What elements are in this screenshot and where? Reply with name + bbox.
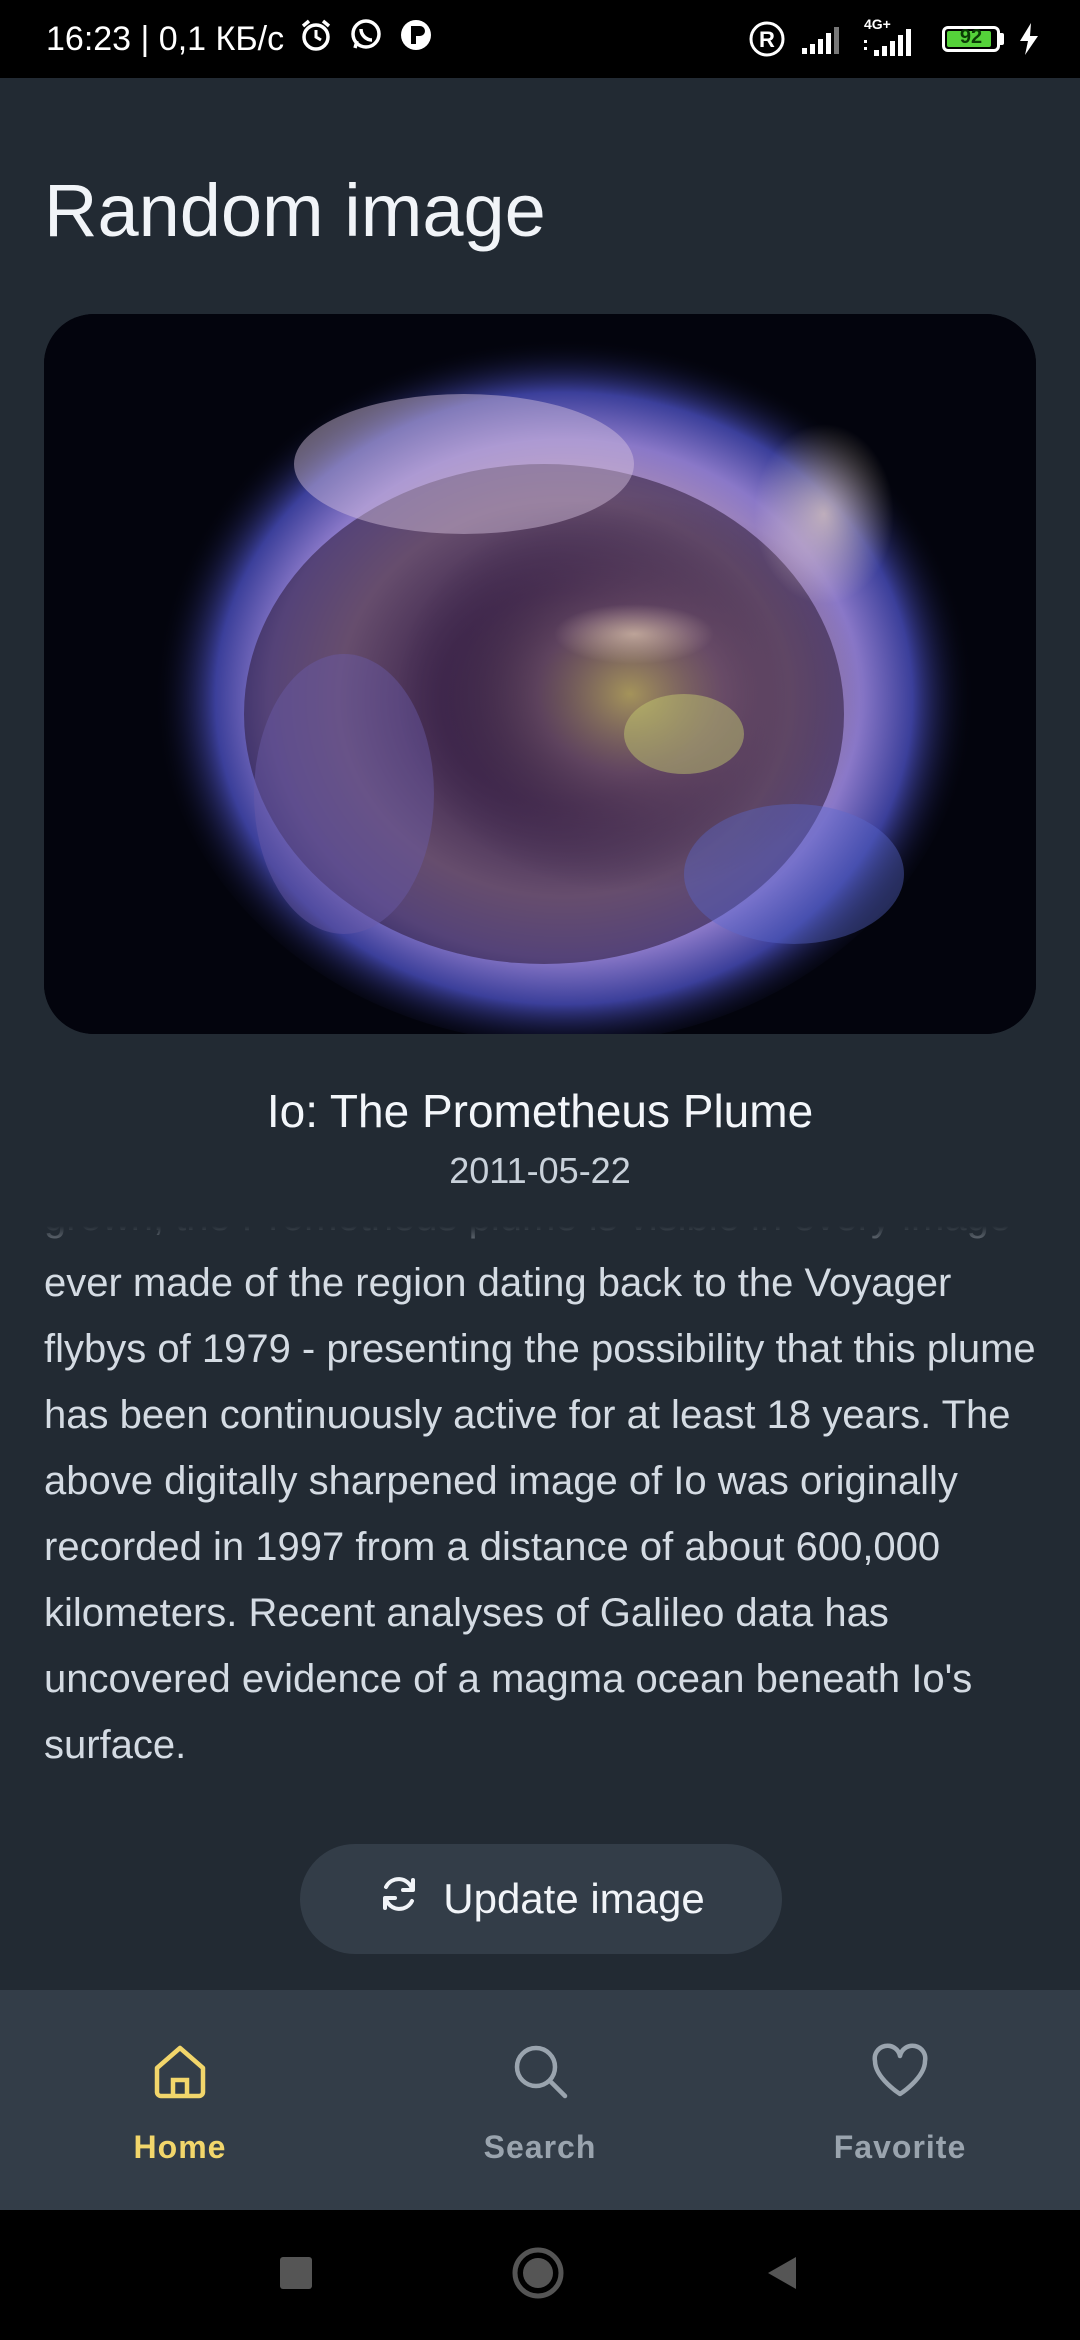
home-icon [149, 2040, 211, 2107]
nav-search-label: Search [483, 2129, 597, 2165]
status-bar: 16:23 | 0,1 КБ/с R 4G+ 92 [0, 0, 1080, 78]
battery-icon: 92 [942, 26, 1004, 52]
image-title: Io: The Prometheus Plume [266, 1085, 814, 1137]
refresh-icon [377, 1872, 421, 1926]
back-button[interactable] [762, 2253, 802, 2298]
update-image-label: Update image [443, 1875, 705, 1922]
system-navigation-bar [0, 2210, 1080, 2340]
heart-icon [869, 2040, 931, 2107]
charging-icon [1018, 22, 1040, 56]
nebula-image [44, 314, 1036, 1034]
page-title: Random image [44, 169, 546, 252]
nav-search[interactable]: Search [360, 1990, 720, 2210]
roaming-icon: R [748, 20, 786, 58]
description-scroll[interactable]: grown, the Prometheus plume is visible i… [44, 1226, 1044, 1786]
bottom-navigation: Home Search Favorite [0, 1990, 1080, 2210]
status-left: 16:23 | 0,1 КБ/с [46, 17, 434, 62]
app-notification-icon [398, 17, 434, 62]
update-image-button[interactable]: Update image [300, 1844, 782, 1954]
search-icon [509, 2040, 571, 2107]
alarm-icon [298, 17, 334, 62]
nav-home[interactable]: Home [0, 1990, 360, 2210]
nav-favorite[interactable]: Favorite [720, 1990, 1080, 2210]
nav-favorite-label: Favorite [833, 2129, 967, 2165]
status-time: 16:23 | 0,1 КБ/с [46, 19, 285, 58]
svg-text:R: R [759, 27, 775, 52]
nav-home-label: Home [133, 2129, 227, 2165]
apod-image[interactable] [44, 314, 1036, 1034]
home-system-button[interactable] [510, 2245, 566, 2306]
status-right: R 4G+ 92 [748, 16, 1040, 58]
image-description: grown, the Prometheus plume is visible i… [44, 1226, 1036, 1767]
recents-button[interactable] [278, 2255, 314, 2296]
signal-4g-icon: 4G+ [862, 16, 928, 58]
image-date: 2011-05-22 [449, 1150, 631, 1191]
signal-icon [800, 22, 848, 56]
whatsapp-icon [348, 17, 384, 62]
battery-percent: 92 [959, 26, 983, 48]
scroll-fade [44, 1226, 1044, 1266]
